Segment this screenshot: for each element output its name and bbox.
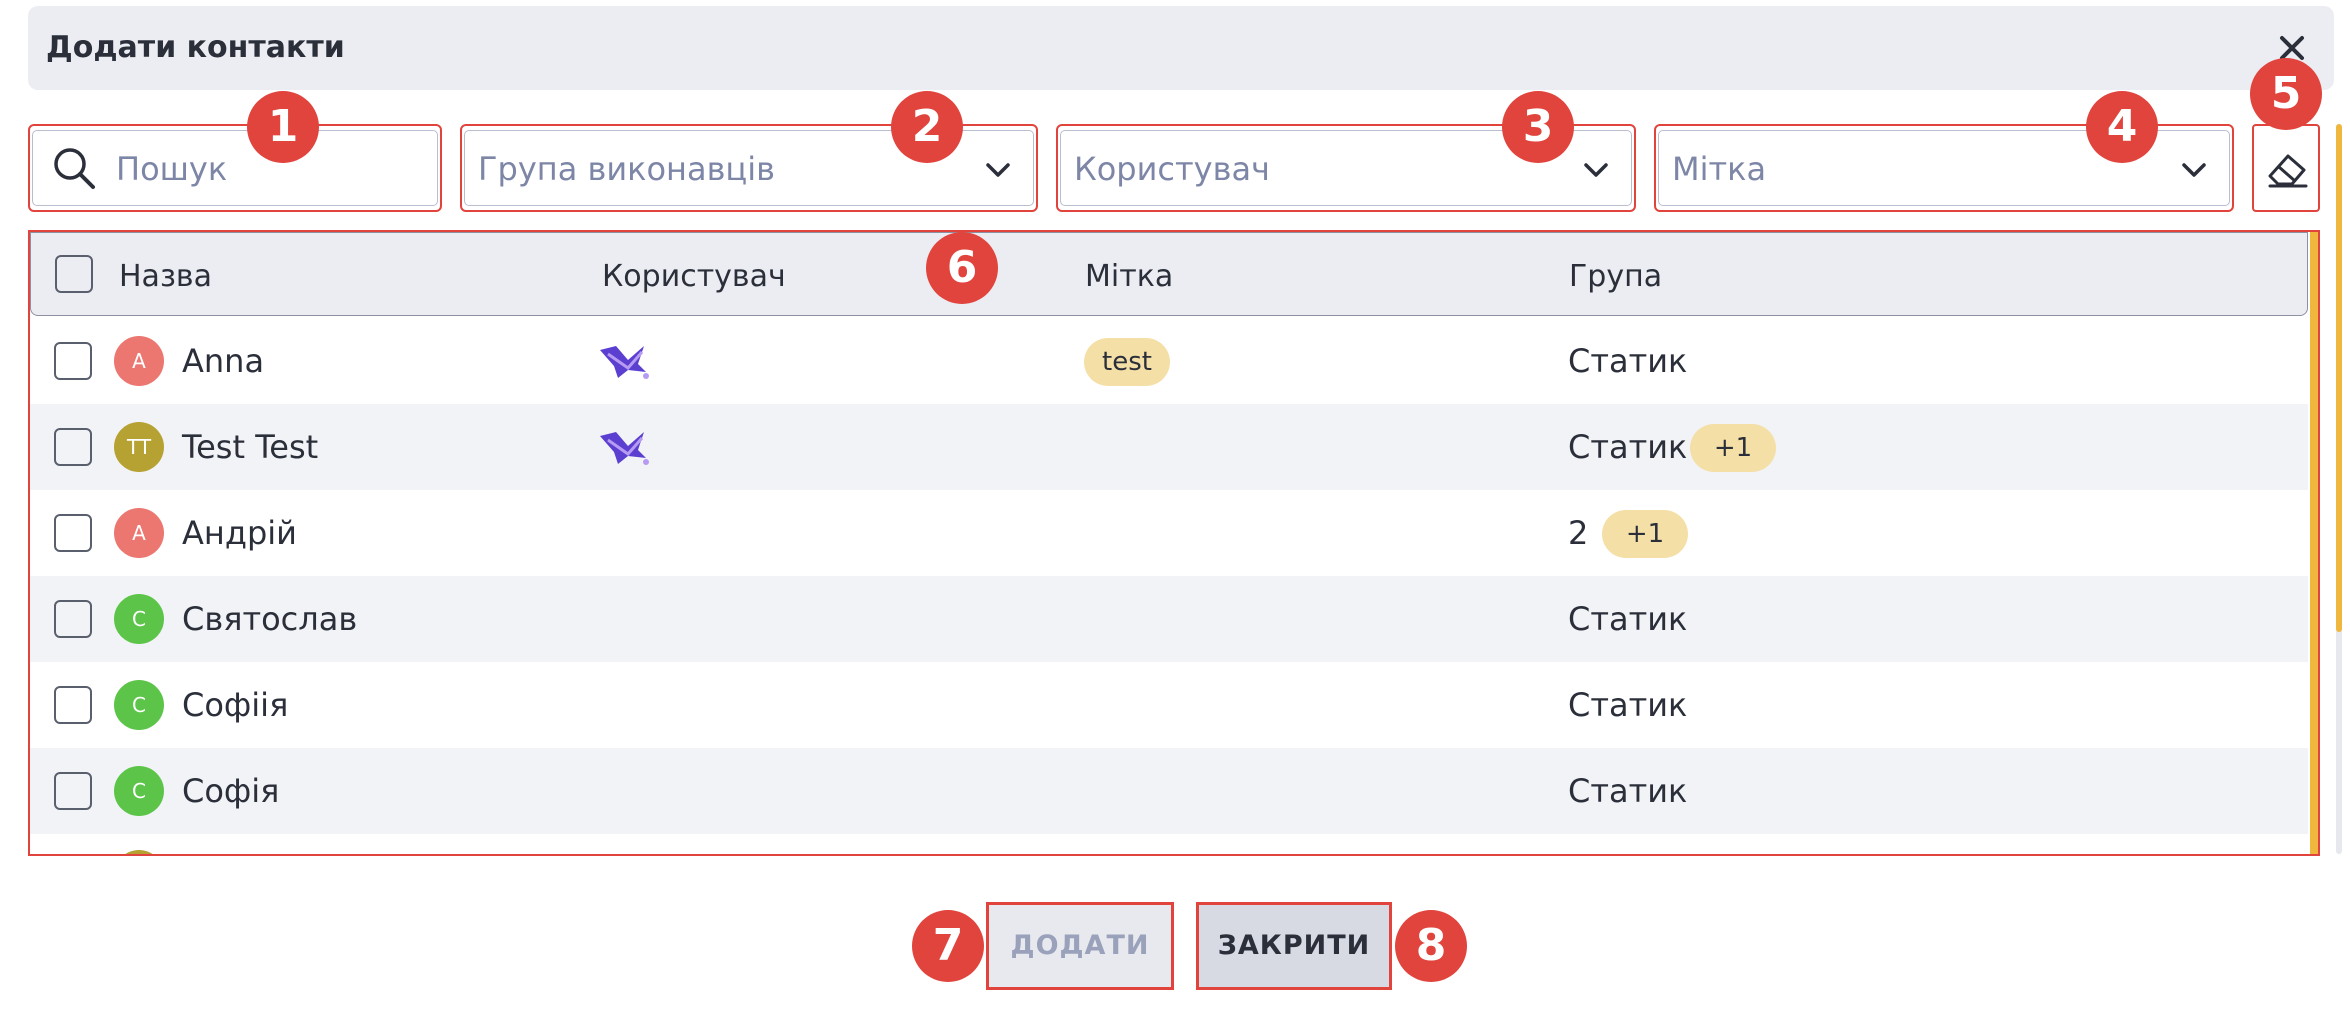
column-header-name[interactable]: Назва: [119, 259, 212, 294]
extra-groups-badge[interactable]: +1: [1690, 424, 1776, 472]
column-header-label[interactable]: Мітка: [1085, 259, 1173, 294]
table-row[interactable]: TT Test Test Статик +1: [30, 404, 2308, 490]
select-all-checkbox[interactable]: [55, 255, 93, 293]
contact-name: Святослав: [182, 600, 358, 638]
table-scroll-accent: [2310, 232, 2318, 854]
annotation-badge-5: 5: [2250, 58, 2322, 130]
row-checkbox[interactable]: [54, 600, 92, 638]
avatar: A: [114, 336, 164, 386]
group-name: Статик: [1568, 428, 1688, 466]
eraser-icon: [2268, 154, 2308, 188]
contact-name: Anna: [182, 342, 265, 380]
row-checkbox[interactable]: [54, 342, 92, 380]
avatar: C: [114, 680, 164, 730]
avatar: C: [114, 594, 164, 644]
scrollbar-thumb[interactable]: [2336, 124, 2342, 632]
annotation-badge-2: 2: [891, 91, 963, 163]
annotation-badge-4: 4: [2086, 91, 2158, 163]
group-select-placeholder: Група виконавців: [478, 150, 775, 188]
service-logo-icon: [600, 432, 649, 465]
search-icon: [54, 148, 95, 189]
chevron-down-icon: [986, 163, 1010, 177]
annotation-badge-8: 8: [1395, 910, 1467, 982]
clear-filters-button[interactable]: [2252, 124, 2320, 212]
label-select-placeholder: Мітка: [1672, 150, 1767, 188]
chevron-down-icon: [1584, 163, 1608, 177]
add-button[interactable]: ДОДАТИ: [986, 902, 1174, 990]
row-checkbox[interactable]: [54, 428, 92, 466]
contact-name: Андрій: [182, 514, 297, 552]
contacts-table: Назва Користувач Мітка Група A Anna test…: [28, 230, 2320, 856]
group-name: Статик: [1568, 772, 1688, 810]
service-logo-icon: [600, 346, 649, 379]
table-header: Назва Користувач Мітка Група: [30, 232, 2308, 316]
avatar: A: [114, 508, 164, 558]
avatar: TT: [114, 422, 164, 472]
table-row[interactable]: C Софія Статик: [30, 748, 2308, 834]
table-row[interactable]: C Святослав Статик: [30, 576, 2308, 662]
search-placeholder: Пошук: [116, 150, 228, 188]
label-tag: test: [1084, 338, 1170, 386]
dialog-header: Додати контакти: [28, 6, 2334, 90]
close-button[interactable]: ЗАКРИТИ: [1196, 902, 1392, 990]
contact-name: Софія: [182, 772, 280, 810]
annotation-badge-1: 1: [247, 91, 319, 163]
row-checkbox[interactable]: [54, 514, 92, 552]
annotation-badge-6: 6: [926, 232, 998, 304]
table-row[interactable]: A Андрій 2 +1: [30, 490, 2308, 576]
annotation-badge-3: 3: [1502, 91, 1574, 163]
extra-groups-badge[interactable]: +1: [1602, 510, 1688, 558]
annotation-badge-7: 7: [912, 910, 984, 982]
group-name: Статик: [1568, 686, 1688, 724]
group-name: Статик: [1568, 342, 1688, 380]
dialog-title: Додати контакти: [46, 30, 345, 65]
search-input[interactable]: Пошук: [28, 124, 442, 212]
user-select-placeholder: Користувач: [1074, 150, 1270, 188]
group-name: 2: [1568, 514, 1589, 552]
avatar: C: [114, 766, 164, 816]
table-row-partial: [30, 834, 2308, 854]
table-row[interactable]: C Софіія Статик: [30, 662, 2308, 748]
table-row[interactable]: A Anna test Статик: [30, 318, 2308, 404]
contact-name: Test Test: [182, 428, 319, 466]
chevron-down-icon: [2182, 163, 2206, 177]
row-checkbox[interactable]: [54, 772, 92, 810]
column-header-group[interactable]: Група: [1569, 259, 1662, 294]
contact-name: Софіія: [182, 686, 289, 724]
avatar: [114, 850, 164, 854]
column-header-user[interactable]: Користувач: [602, 259, 786, 294]
group-name: Статик: [1568, 600, 1688, 638]
row-checkbox[interactable]: [54, 686, 92, 724]
